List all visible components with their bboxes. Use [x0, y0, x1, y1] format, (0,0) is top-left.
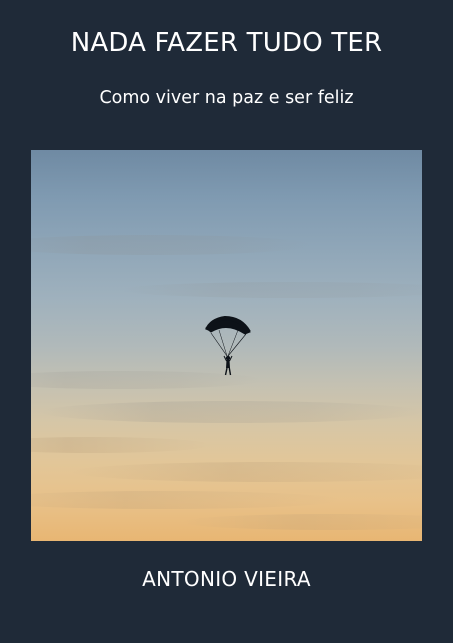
- book-author: ANTONIO VIEIRA: [142, 567, 311, 591]
- cover-photo: [31, 150, 422, 541]
- book-subtitle: Como viver na paz e ser feliz: [99, 88, 354, 108]
- book-cover: NADA FAZER TUDO TER Como viver na paz e …: [0, 0, 453, 643]
- book-title: NADA FAZER TUDO TER: [70, 28, 383, 58]
- sky-illustration: [31, 235, 422, 530]
- cloud-streaks: [31, 235, 422, 530]
- parachutist-silhouette: [205, 315, 251, 376]
